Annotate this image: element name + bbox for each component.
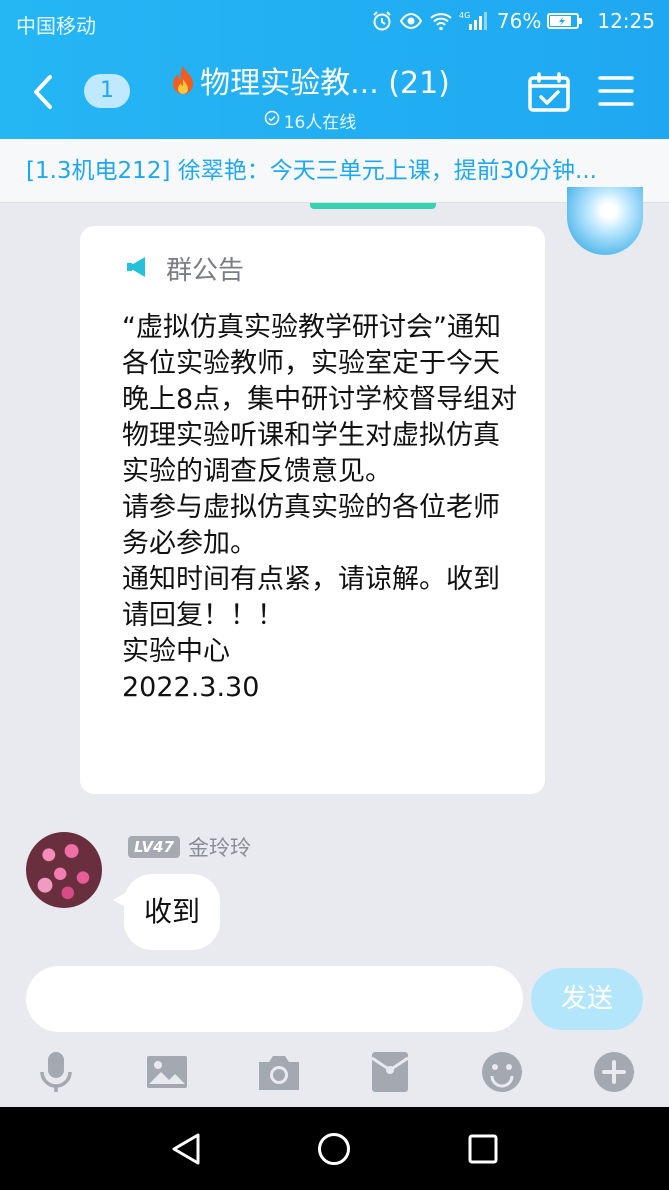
- carrier-name: 中国移动: [16, 14, 96, 38]
- status-icons: 4G 76% 12:25: [371, 9, 655, 33]
- announcement-label: 群公告: [166, 256, 245, 286]
- announcement-line: 2022.3.30: [122, 672, 260, 703]
- self-avatar[interactable]: [567, 187, 643, 255]
- alarm-icon: [371, 10, 393, 32]
- online-count: 16人在线: [283, 113, 357, 133]
- send-button[interactable]: 发送: [531, 968, 643, 1030]
- wifi-icon: [429, 10, 453, 32]
- online-status: 16人在线: [150, 108, 470, 133]
- clock: 12:25: [597, 9, 655, 33]
- level-badge: LV47: [128, 836, 180, 858]
- nav-back-icon[interactable]: [166, 1129, 206, 1169]
- back-button[interactable]: [26, 72, 60, 112]
- battery-percent: 76%: [496, 9, 542, 33]
- composer-toolbar: [0, 1040, 669, 1106]
- cellular-signal-icon: 4G: [459, 10, 489, 32]
- chat-title[interactable]: 物理实验教... (21) 16人在线: [150, 58, 470, 133]
- top-bar: 中国移动 4G 76% 12:25 1 物理实验教... (21) 16人在线: [0, 0, 669, 139]
- announcement-text: “虚拟仿真实验教学研讨会”通知 各位实验教师，实验室定于今天晚上8点，集中研讨学…: [122, 310, 522, 706]
- system-navigation-bar: [0, 1107, 669, 1190]
- check-circle-icon: [264, 110, 280, 131]
- red-packet-icon[interactable]: [366, 1048, 414, 1096]
- menu-icon[interactable]: [598, 74, 634, 108]
- message-input[interactable]: [26, 966, 523, 1032]
- calendar-check-icon[interactable]: [527, 71, 571, 113]
- emoji-icon[interactable]: [478, 1048, 526, 1096]
- sender-info: LV47 金玲玲: [128, 832, 251, 862]
- image-icon[interactable]: [143, 1048, 191, 1096]
- sender-name: 金玲玲: [187, 836, 251, 860]
- announcement-line: “虚拟仿真实验教学研讨会”通知: [122, 312, 501, 343]
- nav-home-icon[interactable]: [314, 1129, 354, 1169]
- svg-text:4G: 4G: [459, 11, 470, 20]
- previous-message-tag: [310, 203, 436, 209]
- group-name: 物理实验教...: [200, 66, 379, 101]
- unread-count-badge[interactable]: 1: [84, 74, 130, 108]
- announcement-line: 各位实验教师，实验室定于今天晚上8点，集中研讨学校督导组对物理实验听课和学生对虚…: [122, 348, 518, 487]
- group-announcement-card[interactable]: 群公告 “虚拟仿真实验教学研讨会”通知 各位实验教师，实验室定于今天晚上8点，集…: [80, 226, 545, 794]
- plus-icon[interactable]: [590, 1048, 638, 1096]
- announcement-line: 通知时间有点紧，请谅解。收到请回复！！！: [122, 564, 500, 631]
- announcement-line: 请参与虚拟仿真实验的各位老师务必参加。: [122, 492, 500, 559]
- announcement-header: 群公告: [124, 250, 244, 287]
- microphone-icon[interactable]: [32, 1048, 80, 1096]
- message-bubble[interactable]: 收到: [124, 874, 221, 950]
- announcement-line: 实验中心: [122, 636, 230, 667]
- eye-icon: [399, 10, 423, 32]
- fire-icon: [170, 65, 196, 97]
- member-count: (21): [388, 66, 450, 101]
- megaphone-icon: [124, 255, 152, 283]
- nav-recents-icon[interactable]: [463, 1129, 503, 1169]
- camera-icon[interactable]: [255, 1048, 303, 1096]
- status-bar: 中国移动 4G 76% 12:25: [0, 0, 669, 46]
- battery-icon: [547, 11, 583, 31]
- sender-avatar[interactable]: [26, 832, 102, 908]
